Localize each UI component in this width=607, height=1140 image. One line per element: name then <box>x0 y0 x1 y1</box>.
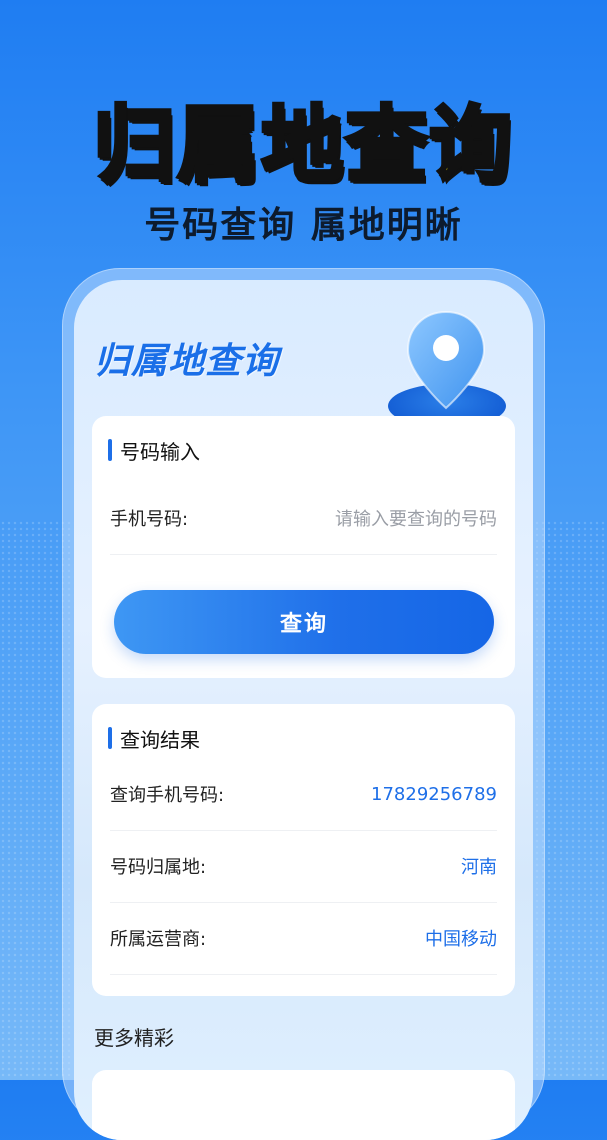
phone-input[interactable]: 请输入要查询的号码 <box>335 505 497 531</box>
result-label: 号码归属地: <box>110 857 207 878</box>
location-pin-icon <box>406 310 486 410</box>
query-result-card: 查询结果 查询手机号码: 17829256789 号码归属地: 河南 所属运营商… <box>92 704 515 996</box>
result-label: 查询手机号码: <box>110 785 225 806</box>
phone-label: 手机号码: <box>110 509 189 530</box>
section-title: 号码输入 <box>120 439 200 464</box>
section-header-result: 查询结果 <box>108 726 200 752</box>
result-row-location: 号码归属地: 河南 <box>110 830 497 903</box>
result-row-phone: 查询手机号码: 17829256789 <box>110 758 497 831</box>
app-screen: 归属地查询 号码输入 手机号码: 请输入要查询的号码 查询 查询结果 查询手机号… <box>74 280 533 1140</box>
section-accent-bar <box>108 727 112 749</box>
result-row-carrier: 所属运营商: 中国移动 <box>110 902 497 975</box>
more-section-title: 更多精彩 <box>94 1026 174 1050</box>
more-card[interactable] <box>92 1070 515 1140</box>
number-input-card: 号码输入 手机号码: 请输入要查询的号码 查询 <box>92 416 515 678</box>
hero-subtitle: 号码查询 属地明晰 <box>144 205 463 246</box>
hero-title: 归属地查询 <box>91 96 514 195</box>
query-button[interactable]: 查询 <box>114 590 494 654</box>
result-value: 17829256789 <box>371 783 497 805</box>
phone-input-row[interactable]: 手机号码: 请输入要查询的号码 <box>110 482 497 555</box>
section-accent-bar <box>108 439 112 461</box>
result-label: 所属运营商: <box>110 929 207 950</box>
section-title: 查询结果 <box>120 727 200 752</box>
result-value: 河南 <box>461 857 497 878</box>
result-value: 中国移动 <box>425 929 497 950</box>
app-title: 归属地查询 <box>94 341 280 382</box>
section-header-input: 号码输入 <box>108 438 200 464</box>
